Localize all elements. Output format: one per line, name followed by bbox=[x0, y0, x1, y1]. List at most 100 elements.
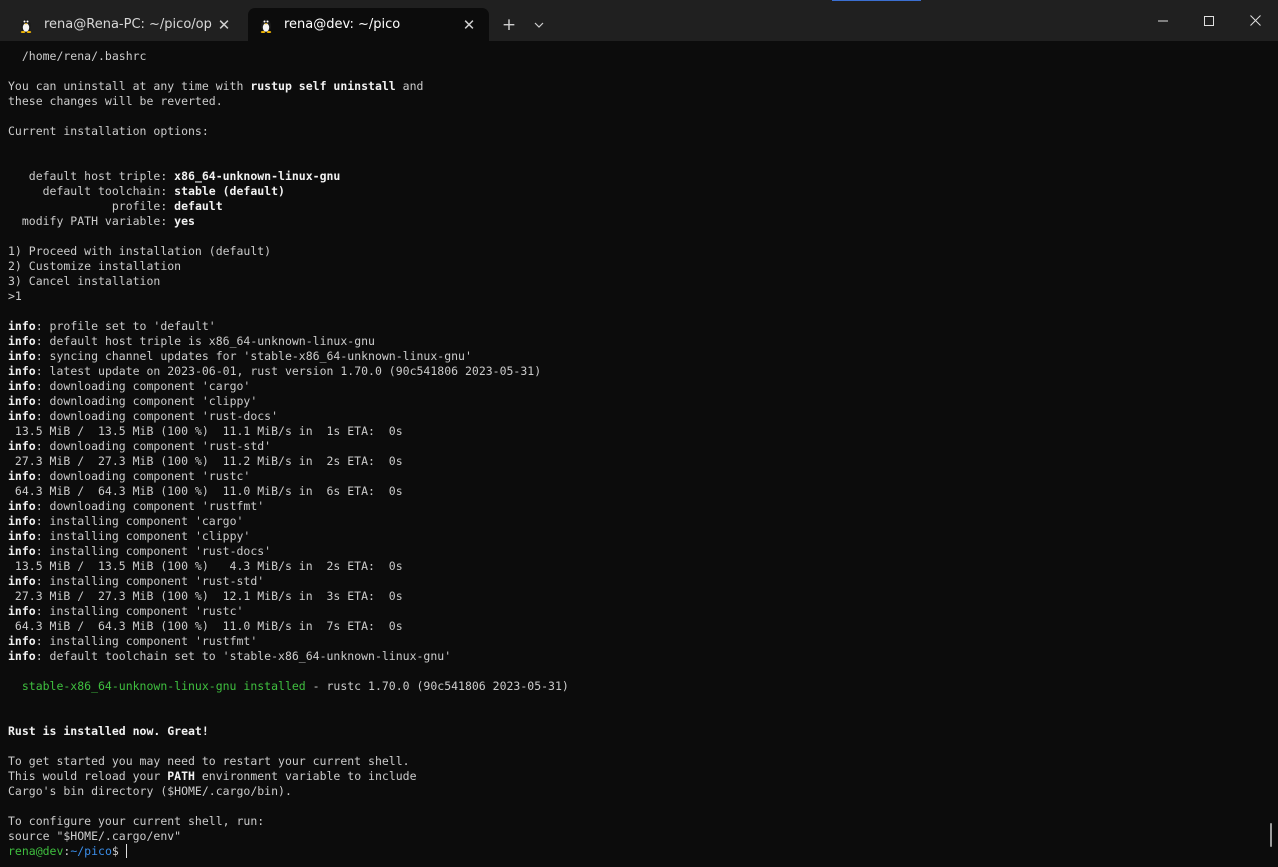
terminal-text: stable-x86_64-unknown-linux-gnu installe… bbox=[8, 679, 306, 693]
terminal-text: - rustc 1.70.0 (90c541806 2023-05-31) bbox=[305, 679, 569, 693]
terminal-line: Rust is installed now. Great! bbox=[8, 724, 1264, 739]
terminal-text: PATH bbox=[167, 769, 195, 783]
terminal-text: : downloading component 'rustfmt' bbox=[35, 499, 265, 513]
terminal-line: Current installation options: bbox=[8, 124, 1264, 139]
minimize-icon bbox=[1158, 20, 1168, 21]
terminal-line: info: latest update on 2023-06-01, rust … bbox=[8, 364, 1264, 379]
terminal-line: info: default host triple is x86_64-unkn… bbox=[8, 334, 1264, 349]
terminal-text: 27.3 MiB / 27.3 MiB (100 %) 12.1 MiB/s i… bbox=[8, 589, 403, 603]
terminal-line: these changes will be reverted. bbox=[8, 94, 1264, 109]
terminal-text: 13.5 MiB / 13.5 MiB (100 %) 11.1 MiB/s i… bbox=[8, 424, 403, 438]
terminal-text: 64.3 MiB / 64.3 MiB (100 %) 11.0 MiB/s i… bbox=[8, 619, 403, 633]
terminal-line: info: installing component 'rust-std' bbox=[8, 574, 1264, 589]
terminal-text: info bbox=[8, 394, 36, 408]
terminal-text: info bbox=[8, 514, 36, 528]
tab-label: rena@dev: ~/pico bbox=[284, 17, 401, 32]
terminal-text: To configure your current shell, run: bbox=[8, 814, 265, 828]
terminal-text: You can uninstall at any time with bbox=[8, 79, 251, 93]
tab-rena-pc[interactable]: rena@Rena-PC: ~/pico/openo ✕ bbox=[8, 8, 244, 41]
close-window-button[interactable] bbox=[1232, 0, 1278, 41]
terminal-text: default bbox=[174, 199, 223, 213]
terminal-line: info: downloading component 'rust-docs' bbox=[8, 409, 1264, 424]
tab-rena-dev[interactable]: rena@dev: ~/pico ✕ bbox=[248, 8, 489, 41]
terminal-text: info bbox=[8, 469, 36, 483]
terminal-text: : installing component 'rust-docs' bbox=[35, 544, 272, 558]
terminal-line: 27.3 MiB / 27.3 MiB (100 %) 12.1 MiB/s i… bbox=[8, 589, 1264, 604]
terminal-text: environment variable to include bbox=[194, 769, 417, 783]
maximize-button[interactable] bbox=[1186, 0, 1232, 41]
terminal-text: Cargo's bin directory ($HOME/.cargo/bin)… bbox=[8, 784, 292, 798]
chevron-down-icon bbox=[534, 22, 544, 28]
terminal-line: 1) Proceed with installation (default) bbox=[8, 244, 1264, 259]
terminal-text: info bbox=[8, 334, 36, 348]
terminal-text: : downloading component 'rust-std' bbox=[35, 439, 272, 453]
terminal-line: /home/rena/.bashrc bbox=[8, 49, 1264, 64]
terminal-text: these changes will be reverted. bbox=[8, 94, 223, 108]
terminal-text: info bbox=[8, 439, 36, 453]
terminal-text: yes bbox=[174, 214, 195, 228]
minimize-button[interactable] bbox=[1140, 0, 1186, 41]
terminal-text: profile: bbox=[8, 199, 175, 213]
terminal-line: 2) Customize installation bbox=[8, 259, 1264, 274]
terminal-line: source "$HOME/.cargo/env" bbox=[8, 829, 1264, 844]
terminal-line: info: downloading component 'rustc' bbox=[8, 469, 1264, 484]
terminal-text: >1 bbox=[8, 289, 22, 303]
terminal-line: To get started you may need to restart y… bbox=[8, 754, 1264, 769]
maximize-icon bbox=[1204, 15, 1214, 26]
terminal-text: info bbox=[8, 574, 36, 588]
terminal-line: info: installing component 'rustc' bbox=[8, 604, 1264, 619]
terminal-text: default toolchain: bbox=[8, 184, 175, 198]
terminal-text: : installing component 'clippy' bbox=[35, 529, 251, 543]
prompt-user: rena@dev bbox=[8, 844, 64, 858]
close-tab-icon[interactable]: ✕ bbox=[457, 13, 481, 37]
terminal-line: 64.3 MiB / 64.3 MiB (100 %) 11.0 MiB/s i… bbox=[8, 619, 1264, 634]
terminal-line: info: downloading component 'clippy' bbox=[8, 394, 1264, 409]
terminal-line: modify PATH variable: yes bbox=[8, 214, 1264, 229]
terminal-line: stable-x86_64-unknown-linux-gnu installe… bbox=[8, 679, 1264, 694]
terminal-text: info bbox=[8, 604, 36, 618]
terminal-text: info bbox=[8, 634, 36, 648]
terminal-text: stable (default) bbox=[174, 184, 285, 198]
terminal-text: source "$HOME/.cargo/env" bbox=[8, 829, 182, 843]
terminal-line: 64.3 MiB / 64.3 MiB (100 %) 11.0 MiB/s i… bbox=[8, 484, 1264, 499]
terminal-line: info: installing component 'cargo' bbox=[8, 514, 1264, 529]
terminal-text: Current installation options: bbox=[8, 124, 209, 138]
terminal-text: : downloading component 'rust-docs' bbox=[35, 409, 279, 423]
terminal-line: 13.5 MiB / 13.5 MiB (100 %) 4.3 MiB/s in… bbox=[8, 559, 1264, 574]
close-tab-icon[interactable]: ✕ bbox=[212, 13, 236, 37]
terminal-output[interactable]: /home/rena/.bashrc You can uninstall at … bbox=[8, 49, 1264, 861]
terminal-line: Cargo's bin directory ($HOME/.cargo/bin)… bbox=[8, 784, 1264, 799]
shell-prompt[interactable]: rena@dev:~/pico$ bbox=[8, 844, 1264, 859]
terminal-text: info bbox=[8, 319, 36, 333]
terminal-text: : installing component 'cargo' bbox=[35, 514, 244, 528]
terminal-text: : installing component 'rustfmt' bbox=[35, 634, 258, 648]
tux-icon bbox=[258, 17, 274, 33]
terminal-text: 13.5 MiB / 13.5 MiB (100 %) 4.3 MiB/s in… bbox=[8, 559, 403, 573]
terminal-line: info: profile set to 'default' bbox=[8, 319, 1264, 334]
terminal-line: default host triple: x86_64-unknown-linu… bbox=[8, 169, 1264, 184]
title-bar-accent bbox=[832, 0, 921, 1]
terminal-text: /home/rena/.bashrc bbox=[8, 49, 147, 63]
terminal-line: default toolchain: stable (default) bbox=[8, 184, 1264, 199]
terminal-text: : downloading component 'clippy' bbox=[35, 394, 258, 408]
close-icon bbox=[1249, 15, 1261, 26]
terminal-text: Rust is installed now. Great! bbox=[8, 724, 209, 738]
terminal-text: : installing component 'rust-std' bbox=[35, 574, 265, 588]
terminal-text: info bbox=[8, 379, 36, 393]
new-tab-button[interactable]: + bbox=[494, 8, 524, 41]
tab-dropdown-button[interactable] bbox=[524, 8, 554, 41]
terminal-line: info: installing component 'rust-docs' bbox=[8, 544, 1264, 559]
terminal-line: info: installing component 'clippy' bbox=[8, 529, 1264, 544]
terminal-text: rustup self uninstall bbox=[250, 79, 396, 93]
terminal-line: info: installing component 'rustfmt' bbox=[8, 634, 1264, 649]
terminal-text: default host triple: bbox=[8, 169, 175, 183]
tab-label: rena@Rena-PC: ~/pico/openo bbox=[44, 17, 212, 32]
terminal-line: >1 bbox=[8, 289, 1264, 304]
terminal-text: 1) Proceed with installation (default) bbox=[8, 244, 272, 258]
scrollbar-thumb[interactable] bbox=[1270, 823, 1272, 847]
terminal-text: info bbox=[8, 349, 36, 363]
